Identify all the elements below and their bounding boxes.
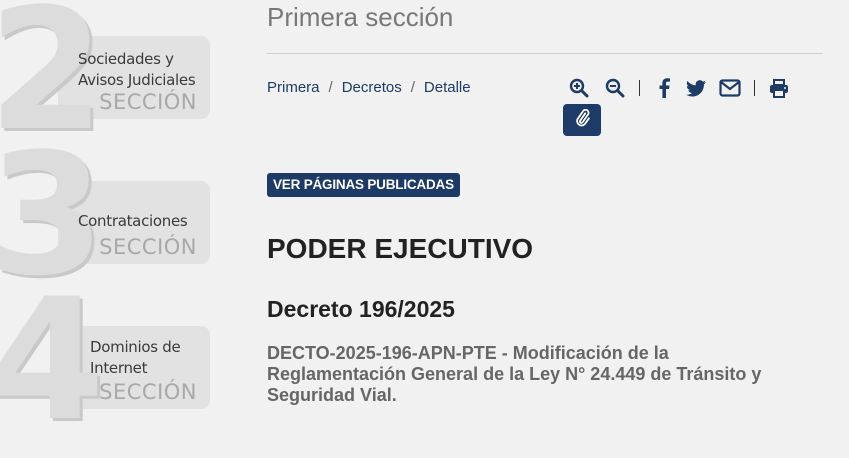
decree-title: Decreto 196/2025 <box>267 296 455 322</box>
section-title-line1: Contrataciones <box>78 212 188 230</box>
zoom-in-icon[interactable] <box>567 76 591 100</box>
section-title-line2: Avisos Judiciales <box>78 71 196 89</box>
section-title-line2: Internet <box>90 359 148 377</box>
facebook-icon[interactable] <box>652 76 676 100</box>
attachment-button[interactable] <box>563 104 601 136</box>
breadcrumb-separator: / <box>328 79 333 96</box>
toolbar <box>567 75 791 101</box>
toolbar-divider <box>639 80 640 96</box>
decree-summary: DECTO-2025-196-APN-PTE - Modificación de… <box>267 343 762 405</box>
toolbar-divider <box>754 80 755 96</box>
page-section-title: Primera sección <box>267 2 454 32</box>
section-title-line1: Sociedades y <box>78 50 174 68</box>
twitter-icon[interactable] <box>684 76 708 100</box>
section-4-badge[interactable]: 4 Dominios de Internet SECCIÓN <box>0 276 215 444</box>
email-icon[interactable] <box>718 76 742 100</box>
view-published-pages-button[interactable]: VER PÁGINAS PUBLICADAS <box>267 173 460 197</box>
breadcrumb: Primera / Decretos / Detalle <box>267 79 471 96</box>
divider <box>267 53 823 54</box>
breadcrumb-link-primera[interactable]: Primera <box>267 79 320 96</box>
breadcrumb-link-detalle[interactable]: Detalle <box>424 79 471 96</box>
section-label: SECCIÓN <box>99 90 197 114</box>
breadcrumb-link-decretos[interactable]: Decretos <box>342 79 402 96</box>
print-icon[interactable] <box>767 76 791 100</box>
zoom-out-icon[interactable] <box>603 76 627 100</box>
heading-poder-ejecutivo: PODER EJECUTIVO <box>267 233 534 264</box>
breadcrumb-separator: / <box>410 79 415 96</box>
section-label: SECCIÓN <box>99 235 197 259</box>
section-label: SECCIÓN <box>99 380 197 404</box>
attachment-icon <box>573 108 591 132</box>
section-title-line1: Dominios de <box>90 338 181 356</box>
